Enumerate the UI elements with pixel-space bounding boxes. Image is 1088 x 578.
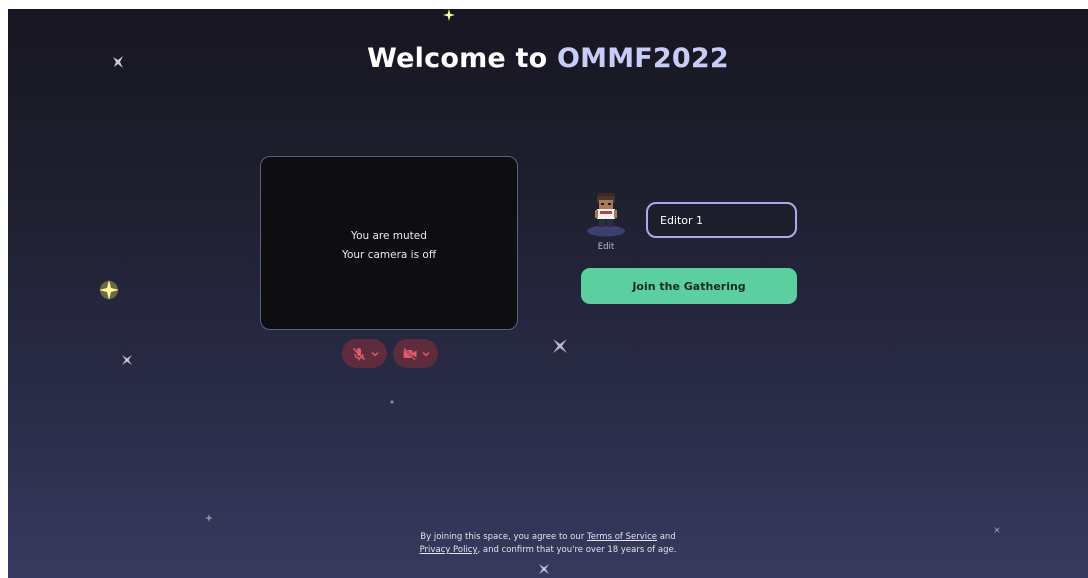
sparkle-icon <box>390 400 394 404</box>
mute-status-text: You are muted <box>351 230 427 242</box>
edit-avatar-link[interactable]: Edit <box>590 242 622 252</box>
name-input[interactable] <box>646 202 797 238</box>
mic-toggle-button[interactable] <box>342 339 387 368</box>
chevron-down-icon <box>371 351 378 356</box>
avatar-icon[interactable] <box>584 189 628 237</box>
welcome-screen: Welcome to OMMF2022 You are muted Your c… <box>8 9 1088 578</box>
chevron-down-icon <box>422 351 429 356</box>
mic-off-icon <box>352 347 365 360</box>
camera-toggle-button[interactable] <box>393 339 438 368</box>
sparkle-icon <box>205 514 213 522</box>
sparkle-icon <box>122 355 132 365</box>
space-name: OMMF2022 <box>556 43 729 74</box>
page-title: Welcome to OMMF2022 <box>8 43 1088 74</box>
terms-link[interactable]: Terms of Service <box>587 532 657 542</box>
camera-off-icon <box>402 346 416 361</box>
privacy-link[interactable]: Privacy Policy <box>420 545 478 555</box>
video-preview: You are muted Your camera is off <box>260 156 518 330</box>
sparkle-icon <box>443 9 455 21</box>
legal-text-1: By joining this space, you agree to our <box>420 532 587 542</box>
camera-status-text: Your camera is off <box>341 249 437 261</box>
legal-text-3: , and confirm that you're over 18 years … <box>477 545 677 555</box>
legal-notice: By joining this space, you agree to our … <box>8 531 1088 557</box>
legal-text-2: and <box>657 532 676 542</box>
sparkle-icon <box>553 339 567 353</box>
sparkle-icon <box>539 564 549 574</box>
join-button[interactable]: Join the Gathering <box>581 268 797 304</box>
sparkle-icon <box>99 280 119 300</box>
title-prefix: Welcome to <box>367 43 557 74</box>
